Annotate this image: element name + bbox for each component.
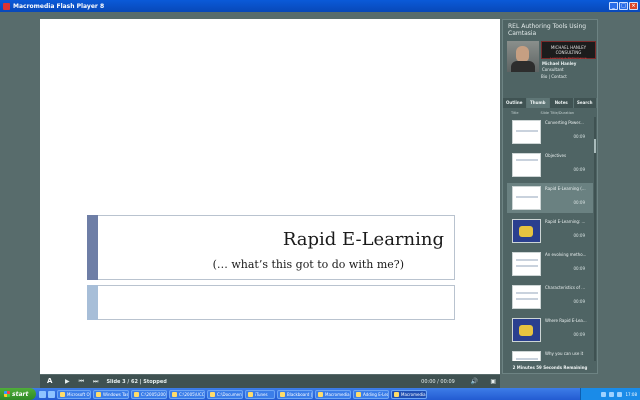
tab-outline[interactable]: Outline — [503, 98, 527, 108]
taskbar-item[interactable]: iTunes — [245, 389, 275, 399]
slide-status: Slide 3 / 62 | Stopped — [106, 378, 167, 385]
thumb-title: Converting Power... — [545, 120, 584, 125]
time-remaining: 2 Minutes 59 Seconds Remaining — [512, 365, 588, 370]
thumb-time: 00:09 — [573, 299, 585, 304]
thumbnail-scrollbar[interactable] — [594, 117, 596, 361]
taskbar-item[interactable]: Blackboard | Ho... — [277, 389, 313, 399]
playback-time: 00:00 / 00:09 — [421, 378, 455, 385]
play-button[interactable]: ▶ — [65, 378, 70, 385]
title-accent-bar — [87, 215, 98, 280]
thumb-image — [512, 318, 541, 342]
thumbnail-list: Converting Power... 00:09 Objectives 00:… — [507, 117, 593, 361]
thumb-image — [512, 186, 541, 210]
tab-search[interactable]: Search — [574, 98, 597, 108]
presenter-role: Consultant — [542, 67, 564, 72]
thumb-item[interactable]: Converting Power... 00:09 — [507, 117, 593, 147]
thumb-item[interactable]: Objectives 00:09 — [507, 150, 593, 180]
slide-stage: Rapid E-Learning (… what’s this got to d… — [40, 19, 500, 374]
taskbar-item[interactable]: C:\2005\2005 C... — [131, 389, 167, 399]
thumb-item[interactable]: Why you can use it — [507, 348, 593, 361]
thumb-title: Characteristics of ... — [545, 285, 586, 290]
next-slide-button[interactable]: ⏭ — [93, 378, 98, 386]
thumb-time: 00:09 — [573, 167, 585, 172]
thumb-item[interactable]: Characteristics of ... 00:09 — [507, 282, 593, 312]
slide-body-box — [87, 285, 455, 320]
thumb-title: Objectives — [545, 153, 567, 158]
slide-subtitle: (… what’s this got to do with me?) — [212, 258, 404, 271]
flash-player: Rapid E-Learning (… what’s this got to d… — [0, 12, 640, 400]
flash-app-icon — [3, 2, 10, 10]
clock: 17:08 — [625, 391, 637, 397]
presenter-name: Michael Hanley — [542, 61, 577, 66]
quick-launch-icon[interactable] — [39, 390, 46, 398]
presenter-links[interactable]: Bio | Contact — [541, 74, 567, 79]
thumb-title: Where Rapid E-Lea... — [545, 318, 587, 323]
thumb-title: Rapid E-Learning: ... — [545, 219, 586, 224]
thumb-title: Why you can use it — [545, 351, 584, 356]
thumb-time: 00:09 — [573, 200, 585, 205]
thumb-image — [512, 285, 541, 309]
thumb-item[interactable]: An evolving metho... 00:09 — [507, 249, 593, 279]
thumb-image — [512, 153, 541, 177]
taskbar-item[interactable]: Macromedia Fire... — [315, 389, 351, 399]
close-button[interactable]: × — [629, 2, 638, 10]
system-tray: 17:08 — [580, 388, 640, 400]
scrollbar-thumb[interactable] — [594, 139, 596, 153]
tray-icon[interactable] — [601, 391, 607, 397]
thumb-item-current[interactable]: Rapid E-Learning (... 00:09 — [507, 183, 593, 213]
tray-icon[interactable] — [617, 391, 623, 397]
minimize-button[interactable]: _ — [609, 2, 618, 10]
windows-flag-icon — [4, 391, 10, 397]
tab-thumb[interactable]: Thumb — [526, 98, 550, 108]
quick-launch-icon[interactable] — [48, 390, 55, 398]
quick-launch — [39, 390, 55, 398]
taskbar-item[interactable]: C:\Documents a... — [207, 389, 243, 399]
start-button[interactable]: start — [0, 388, 36, 400]
volume-icon[interactable]: 🔊 — [471, 378, 478, 385]
presentation-sidebar: REL Authoring Tools Using Camtasia MICHA… — [502, 19, 598, 374]
sidebar-tabs: Outline Thumb Notes Search — [503, 98, 597, 108]
taskbar-item[interactable]: Windows Task M... — [93, 389, 129, 399]
taskbar-item-active[interactable]: Macromedia Flas... — [391, 389, 427, 399]
thumb-image — [512, 252, 541, 276]
window-background — [600, 24, 640, 400]
windows-taskbar: start Microsoft Of... Windows Task M... … — [0, 388, 640, 400]
company-logo: MICHAEL HANLEY CONSULTING Learning & Per… — [541, 41, 596, 60]
tray-icon[interactable] — [609, 391, 615, 397]
tab-notes[interactable]: Notes — [550, 98, 574, 108]
thumb-title: Rapid E-Learning (... — [545, 186, 586, 191]
thumb-image — [512, 351, 541, 361]
presentation-title: REL Authoring Tools Using Camtasia — [508, 23, 587, 37]
presenter-photo — [507, 41, 539, 72]
playback-controls: A ▶ ⏮ ⏭ Slide 3 / 62 | Stopped 00:00 / 0… — [40, 375, 500, 388]
taskbar-item[interactable]: Adding E-Learn... — [353, 389, 389, 399]
thumb-title: An evolving metho... — [545, 252, 587, 257]
thumb-time: 00:09 — [573, 332, 585, 337]
window-titlebar: Macromedia Flash Player 8 _ □ × — [0, 0, 640, 12]
window-buttons: _ □ × — [609, 2, 638, 10]
thumb-item[interactable]: Rapid E-Learning: ... 00:09 — [507, 216, 593, 246]
taskbar-item[interactable]: Microsoft Of... — [57, 389, 91, 399]
fullscreen-icon[interactable]: ▣ — [490, 378, 496, 385]
thumb-item[interactable]: Where Rapid E-Lea... 00:09 — [507, 315, 593, 345]
body-accent-bar — [87, 285, 98, 320]
column-header: Slide Title/Duration — [540, 111, 575, 115]
thumb-time: 00:09 — [573, 134, 585, 139]
column-header: Title — [511, 111, 519, 115]
window-title: Macromedia Flash Player 8 — [13, 2, 105, 10]
taskbar-item[interactable]: C:\2005\UCC Se... — [169, 389, 205, 399]
thumb-image — [512, 219, 541, 243]
maximize-button[interactable]: □ — [619, 2, 628, 10]
thumb-image — [512, 120, 541, 144]
thumb-column-headers: Title Slide Title/Duration — [503, 109, 597, 117]
slide-title: Rapid E-Learning — [282, 229, 444, 250]
thumb-time: 00:09 — [573, 266, 585, 271]
slide-title-box: Rapid E-Learning (… what’s this got to d… — [87, 215, 455, 280]
thumb-time: 00:09 — [573, 233, 585, 238]
adobe-logo-icon: A — [47, 377, 53, 385]
previous-slide-button[interactable]: ⏮ — [79, 378, 84, 386]
